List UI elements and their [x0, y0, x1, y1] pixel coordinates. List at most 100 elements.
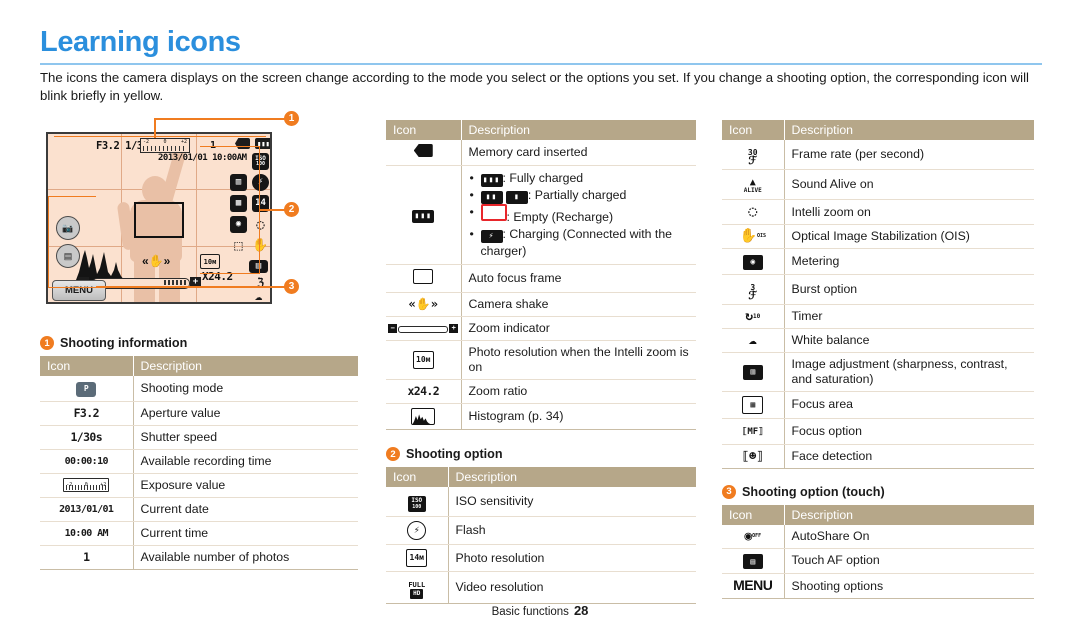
table-row: ⟦☻⟧ Face detection — [722, 444, 1034, 469]
osd-camera-shake-icon: «✋» — [142, 254, 171, 268]
callout-leader-1b — [154, 118, 286, 120]
footer-label: Basic functions — [491, 606, 569, 618]
row-description: Burst option — [784, 274, 1034, 305]
table-row: F3.2 Aperture value — [40, 401, 358, 426]
table-row: FULL HD Video resolution — [386, 571, 696, 604]
row-description: Current date — [133, 497, 358, 522]
row-description: Touch AF option — [784, 548, 1034, 574]
middle-column: Icon Description Memory card inserted ▮▮… — [386, 120, 696, 604]
col-header-icon: Icon — [722, 120, 785, 140]
battery-states-list: ▮▮▮: Fully charged ▮▮ ▮: Partially charg… — [461, 165, 696, 265]
section-label-3: Shooting option (touch) — [742, 484, 885, 499]
table-row: ▤ Touch AF option — [722, 548, 1034, 574]
memory-card-icon — [386, 140, 462, 166]
image-adjustment-icon: ▥ — [722, 352, 785, 392]
col-header-description: Description — [448, 467, 696, 487]
section-title-shooting-option-touch: 3 Shooting option (touch) — [722, 484, 1034, 499]
osd-iso-icon: ISO 100 — [252, 153, 269, 170]
row-description: Sound Alive on — [784, 169, 1034, 200]
table-row: ▦ Focus area — [722, 391, 1034, 419]
battery-full-item: ▮▮▮: Fully charged — [469, 170, 690, 187]
photo-resolution-icon: 14м — [386, 544, 449, 572]
callout-bubble-1: 1 — [284, 111, 299, 126]
document-page: Learning icons The icons the camera disp… — [0, 0, 1080, 630]
row-description: Current time — [133, 521, 358, 546]
osd-photo-count: 1 — [210, 140, 216, 151]
row-description: Aperture value — [133, 401, 358, 426]
osd-menu-button[interactable]: MENU — [52, 280, 106, 301]
table-header-row: Icon Description — [386, 120, 696, 140]
focus-option-icon: ⟦MF⟧ — [722, 418, 785, 445]
burst-option-icon: 3ℱ — [722, 274, 785, 305]
shutter-speed-text: 1/30s — [40, 425, 134, 450]
section-number-1: 1 — [40, 336, 54, 350]
table-row: 2013/01/01 Current date — [40, 497, 358, 522]
section-title-shooting-information: 1 Shooting information — [40, 336, 358, 350]
osd-touch-af-icon: ▤ — [249, 260, 268, 273]
callout-leader-1 — [154, 118, 156, 138]
row-description: Shooting options — [784, 573, 1034, 599]
iso-sensitivity-icon: ISO 100 — [386, 487, 449, 517]
col-header-description: Description — [133, 356, 358, 376]
table-row: − + Zoom indicator — [386, 316, 696, 341]
row-description: Exposure value — [133, 473, 358, 498]
metering-icon: ◉ — [722, 248, 785, 275]
battery-full-icon: ▮▮▮ — [480, 173, 503, 187]
osd-autoshare-button[interactable]: 📷 — [56, 216, 80, 240]
col-header-icon: Icon — [722, 504, 785, 525]
table-row: ⟦MF⟧ Focus option — [722, 418, 1034, 445]
section-label-2: Shooting option — [406, 447, 503, 461]
table-row: 10м Photo resolution when the Intelli zo… — [386, 340, 696, 380]
table-row: ▮▮▮ ▮▮▮: Fully charged ▮▮ ▮: Partially c… — [386, 165, 696, 265]
row-description: White balance — [784, 328, 1034, 353]
photo-resolution-intellizoom-icon: 10м — [386, 340, 462, 380]
table-shooting-option-icons: Icon Description 30 ℱ Frame rate (per sec… — [722, 120, 1034, 469]
shooting-mode-icon: P — [40, 376, 134, 402]
table-row: ⚡ Flash — [386, 516, 696, 545]
battery-partial-icon: ▮▮ — [480, 190, 503, 204]
table-row: ✋ OIS Optical Image Stabilization (OIS) — [722, 224, 1034, 249]
table-row: Auto focus frame — [386, 264, 696, 293]
osd-intelli-zoom-icon: ◌ — [256, 216, 265, 233]
page-title: Learning icons — [40, 26, 241, 58]
osd-intellizoom-resolution-icon: 10м — [200, 254, 220, 269]
col-header-icon: Icon — [386, 467, 449, 487]
osd-datetime: 2013/01/01 10:00AM — [158, 153, 247, 163]
face-detection-icon: ⟦☻⟧ — [722, 444, 785, 469]
row-description: Zoom ratio — [461, 379, 696, 404]
row-description: Camera shake — [461, 292, 696, 317]
row-description: Optical Image Stabilization (OIS) — [784, 224, 1034, 249]
battery-low-icon: ▮ — [505, 190, 528, 204]
osd-ois-icon: ✋ — [252, 238, 269, 253]
osd-battery-icon: ▮▮▮ — [255, 138, 270, 149]
callout-leader-3 — [96, 286, 286, 288]
camera-screen-illustration: F3.2 1/30s -2 0 +2 1 ▮▮▮ 2013/01/01 10:0 — [40, 111, 299, 318]
section-title-shooting-option: 2 Shooting option — [386, 447, 696, 461]
col-header-description: Description — [784, 504, 1034, 525]
osd-focus-area-icon: ▦ — [230, 195, 247, 212]
osd-touch-af-button[interactable]: ▤ — [56, 244, 80, 268]
aperture-value-text: F3.2 — [40, 401, 134, 426]
table-row: -20+2 Exposure value — [40, 473, 358, 498]
table-row: 00:00:10 Available recording time — [40, 449, 358, 474]
table-row: 3ℱ Burst option — [722, 274, 1034, 305]
battery-icon: ▮▮▮ — [386, 165, 462, 265]
sound-alive-icon: ▲ ALIVE — [722, 169, 785, 200]
row-description: Zoom indicator — [461, 316, 696, 341]
table-header-row: Icon Description — [386, 467, 696, 487]
callout-leader-2 — [260, 209, 286, 211]
menu-icon: MENU — [722, 573, 785, 599]
table-header-row: Icon Description — [722, 504, 1034, 525]
zoom-ratio-text: x24.2 — [386, 379, 462, 404]
histogram-icon — [386, 403, 462, 430]
page-footer: Basic functions 28 — [0, 603, 1080, 618]
osd-face-detection-icon: ⬚ — [234, 237, 243, 254]
table-screen-icons: Icon Description Memory card inserted ▮▮… — [386, 120, 696, 430]
col-header-icon: Icon — [40, 356, 134, 376]
row-description: Available number of photos — [133, 545, 358, 570]
ois-icon: ✋ OIS — [722, 224, 785, 249]
timer-icon: ↻ 10 — [722, 304, 785, 329]
osd-auto-focus-frame — [134, 202, 184, 238]
row-description: Focus area — [784, 391, 1034, 419]
title-divider — [40, 63, 1042, 65]
